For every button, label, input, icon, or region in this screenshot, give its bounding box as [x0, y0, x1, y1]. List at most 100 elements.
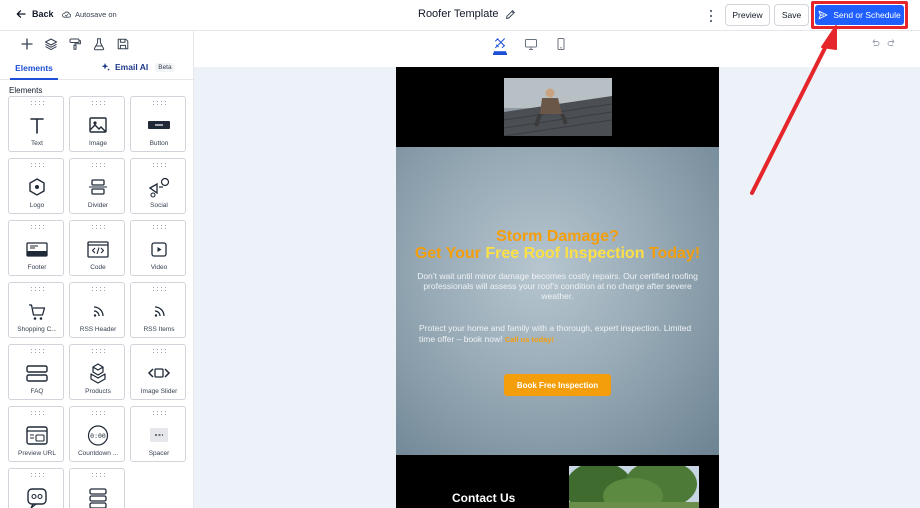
layers-icon[interactable] [44, 37, 58, 51]
element-card[interactable]: Logo [8, 158, 64, 214]
element-card[interactable]: Text [8, 96, 64, 152]
text-icon [25, 115, 49, 135]
drag-handle-icon[interactable] [153, 101, 167, 105]
drag-handle-icon[interactable] [31, 411, 45, 415]
element-card-label: Logo [29, 202, 45, 209]
element-card-label: Social [150, 202, 168, 209]
element-card[interactable]: Image [69, 96, 125, 152]
chat-icon [25, 487, 49, 508]
autosave-label: Autosave on [75, 10, 117, 19]
element-card[interactable]: Button [130, 96, 186, 152]
image-icon [86, 115, 110, 135]
house-photo[interactable] [569, 466, 699, 508]
element-card-label: Spacer [148, 450, 170, 457]
element-card[interactable]: FAQ [8, 344, 64, 400]
element-card-label: RSS Header [79, 326, 117, 333]
tab-email-ai[interactable]: Email AI Beta [101, 62, 175, 72]
email-ai-label: Email AI [115, 62, 149, 72]
hero-section[interactable]: Storm Damage? Get Your Free Roof Inspect… [396, 147, 719, 455]
drag-handle-icon[interactable] [31, 163, 45, 167]
drag-handle-icon[interactable] [31, 287, 45, 291]
element-card[interactable]: RSS Header [69, 282, 125, 338]
element-card[interactable] [8, 468, 64, 508]
element-card-label: Image [88, 140, 108, 147]
drag-handle-icon[interactable] [92, 101, 106, 105]
drag-handle-icon[interactable] [153, 163, 167, 167]
flask-icon[interactable] [92, 37, 106, 51]
faq-icon [25, 363, 49, 383]
hero-secondary-text: Protect your home and family with a thor… [419, 323, 702, 346]
element-card-label: Divider [87, 202, 109, 209]
contact-heading: Contact Us [452, 491, 516, 505]
back-button[interactable]: Back [16, 9, 54, 19]
drag-handle-icon[interactable] [31, 225, 45, 229]
drag-handle-icon[interactable] [92, 411, 106, 415]
element-card[interactable]: Footer [8, 220, 64, 276]
button-icon [147, 115, 171, 135]
left-panel: Elements Email AI Beta Elements Text Imag… [0, 31, 194, 508]
cloud-check-icon [62, 11, 71, 18]
drag-handle-icon[interactable] [92, 225, 106, 229]
element-card-label: Code [90, 264, 106, 271]
element-card[interactable]: Social [130, 158, 186, 214]
drag-handle-icon[interactable] [92, 349, 106, 353]
design-icon[interactable] [493, 37, 507, 55]
preview-button[interactable]: Preview [725, 4, 770, 26]
element-card-label: RSS Items [143, 326, 175, 333]
roofer-photo[interactable] [504, 78, 612, 136]
template-title[interactable]: Roofer Template [418, 8, 516, 20]
spacer-icon [147, 425, 171, 445]
drag-handle-icon[interactable] [153, 225, 167, 229]
element-card[interactable]: Products [69, 344, 125, 400]
drag-handle-icon[interactable] [31, 473, 45, 477]
cart-icon [25, 301, 49, 321]
add-icon[interactable] [20, 37, 34, 51]
slider-icon [147, 363, 171, 383]
book-inspection-button[interactable]: Book Free Inspection [504, 374, 611, 396]
mobile-icon[interactable] [554, 37, 568, 51]
send-or-schedule-button[interactable]: Send or Schedule [815, 5, 904, 25]
element-card[interactable]: Shopping C... [8, 282, 64, 338]
elements-section-title: Elements [9, 86, 43, 95]
undo-icon[interactable] [870, 38, 880, 48]
element-card[interactable]: Image Slider [130, 344, 186, 400]
save-icon[interactable] [116, 37, 130, 51]
drag-handle-icon[interactable] [92, 163, 106, 167]
element-card[interactable]: Spacer [130, 406, 186, 462]
call-us-link[interactable]: Call us today! [505, 335, 554, 344]
element-card[interactable] [69, 468, 125, 508]
element-card-label: Image Slider [140, 388, 178, 395]
element-card[interactable]: RSS Items [130, 282, 186, 338]
contact-section[interactable]: Contact Us [396, 455, 719, 508]
drag-handle-icon[interactable] [31, 349, 45, 353]
element-card[interactable]: Preview URL [8, 406, 64, 462]
editor-canvas: Storm Damage? Get Your Free Roof Inspect… [194, 67, 920, 508]
headline-part-c: Today! [644, 245, 701, 262]
drag-handle-icon[interactable] [153, 287, 167, 291]
element-card-label: Footer [27, 264, 47, 271]
drag-handle-icon[interactable] [92, 473, 106, 477]
redo-icon[interactable] [887, 38, 897, 48]
headline-part-b: Free Roof Inspection [485, 245, 645, 262]
paint-roller-icon[interactable] [68, 37, 82, 51]
hero-body-text: Don’t wait until minor damage becomes co… [417, 271, 698, 302]
element-card[interactable]: Video [130, 220, 186, 276]
drag-handle-icon[interactable] [92, 287, 106, 291]
desktop-icon[interactable] [524, 37, 538, 51]
element-card[interactable]: Code [69, 220, 125, 276]
element-card-label: Video [150, 264, 168, 271]
email-preview[interactable]: Storm Damage? Get Your Free Roof Inspect… [396, 67, 719, 508]
save-button[interactable]: Save [774, 4, 809, 26]
drag-handle-icon[interactable] [153, 411, 167, 415]
drag-handle-icon[interactable] [153, 349, 167, 353]
element-card[interactable]: Divider [69, 158, 125, 214]
hero-secondary-copy: Protect your home and family with a thor… [419, 323, 692, 345]
view-mode-bar [194, 31, 920, 67]
countdown-icon: 0:00 [86, 425, 110, 446]
tab-elements[interactable]: Elements [10, 63, 58, 80]
pencil-icon[interactable] [505, 9, 516, 20]
element-card-label: Products [85, 388, 111, 395]
drag-handle-icon[interactable] [31, 101, 45, 105]
more-options-icon[interactable] [706, 9, 716, 23]
element-card[interactable]: 0:00 Countdown ... [69, 406, 125, 462]
